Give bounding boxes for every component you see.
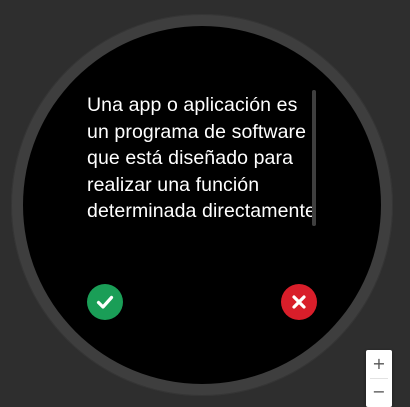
close-icon: [290, 293, 308, 311]
zoom-control: + −: [366, 350, 392, 407]
scrollbar[interactable]: [312, 90, 316, 226]
cancel-button[interactable]: [281, 284, 317, 320]
zoom-in-button[interactable]: +: [366, 350, 392, 378]
check-icon: [95, 292, 115, 312]
zoom-out-button[interactable]: −: [366, 378, 392, 406]
accept-button[interactable]: [87, 284, 123, 320]
watch-screen: Una app o aplicación es un programa de s…: [23, 26, 381, 384]
dialog-message: Una app o aplicación es un programa de s…: [87, 94, 316, 228]
message-scroll-area[interactable]: Una app o aplicación es un programa de s…: [87, 92, 317, 228]
scrollbar-thumb[interactable]: [312, 90, 316, 226]
emulator-stage: Una app o aplicación es un programa de s…: [0, 0, 410, 407]
